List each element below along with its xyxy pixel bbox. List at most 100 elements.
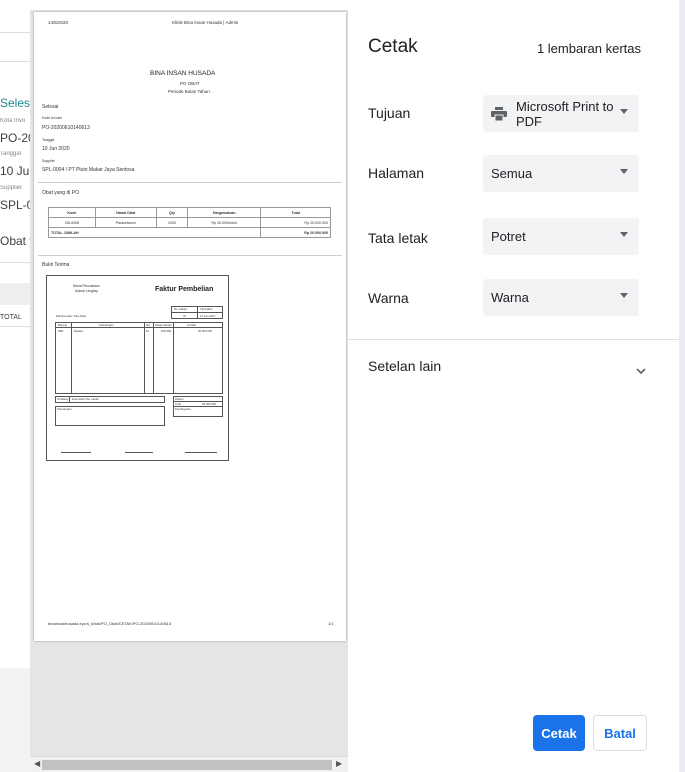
invoice-line [71,322,72,394]
invoice-company: Nama Perusahaan [73,284,100,288]
invoice-notes: Keterangan [57,407,72,411]
print-preview[interactable]: 14/6/2020 Klinik Bina Insan Husada | Adm… [30,10,348,772]
table-row: OB-0008 Paracetamol 1000 Rp 20.000/botol… [48,217,331,228]
footer-url: binainsanhusada.xyz/a_klinik/PO_Obat/CET… [48,621,172,626]
date-value: 10 Jun 2020 [42,146,70,152]
col-header: Nama Obat [94,207,157,218]
supplier-value: SPL-0004 / PT Pluto Makar Jaya Sentosa [42,167,135,173]
company-name: BINA INSAN HUSADA [150,70,216,77]
invoice-number: PO-20200610140613 [42,125,90,131]
printer-icon [491,106,507,121]
invoice-terbilang: Terbilang [57,397,69,401]
invoice-line [153,322,154,394]
invoice-cell: 20.000.000 [198,329,212,333]
invoice-notes-box [55,406,165,426]
invoice-title: Faktur Pembelian [155,286,214,293]
invoice-total-value: 20.000.000 [202,402,216,406]
receipt-heading: Bukti Terima [42,262,70,268]
destination-select[interactable]: Microsoft Print to PDF [483,95,639,132]
background-value: PO-20 [0,131,30,145]
date-label: Tanggal [42,138,55,142]
invoice-date-label: Tgl Faktur [200,307,213,311]
col-header: Total [260,207,331,218]
invoice-col: Qty [146,323,151,327]
pages-value: Semua [491,166,533,181]
divider [38,182,342,183]
more-settings-label: Setelan lain [368,358,442,374]
po-items-table: Kode Nama Obat Qty Harga/satuan Total OB… [47,207,331,238]
chevron-down-icon [636,362,646,380]
page-number: 1/1 [328,621,334,626]
invoice-label: Kode Invoice [42,116,63,120]
invoice-line [173,322,174,394]
print-settings-panel: Cetak 1 lembaran kertas Tujuan Microsoft… [348,10,679,772]
receipt-image: Nama Perusahaan Alamat Lengkap Faktur Pe… [46,275,229,461]
invoice-cell: 10 [146,329,150,333]
scroll-right-icon[interactable]: ▶ [336,759,342,768]
invoice-line [144,322,145,394]
divider [38,255,342,256]
background-rule [0,326,30,327]
preview-page: 14/6/2020 Klinik Bina Insan Husada | Adm… [34,12,346,641]
background-edge [679,0,685,772]
sheet-count: 1 lembaran kertas [536,41,641,56]
more-settings-toggle[interactable]: Setelan lain [348,349,679,385]
invoice-line [55,327,223,328]
layout-label: Tata letak [368,230,428,246]
background-label: Supplier [0,185,23,191]
invoice-col: Jumlah [187,323,197,327]
col-header: Harga/satuan [187,207,262,218]
header-site: Klinik Bina Insan Husada | Admin [172,20,239,25]
cell: Rp 20.000.000 [260,217,331,228]
dialog-title: Cetak [368,36,418,57]
invoice-supplier: Diterima dari: Toko Obat [56,314,87,318]
invoice-line [69,396,70,403]
background-heading: Obat y [0,234,30,248]
doc-type: PO OBAT [180,81,200,86]
background-rule [0,262,30,263]
pages-label: Halaman [368,165,425,181]
invoice-no-value: 79 [183,314,187,318]
background-total: TOTAL [0,314,22,321]
col-header: Qty [155,207,189,218]
color-select[interactable]: Warna [483,279,639,316]
invoice-cell: 100.000 [161,329,172,333]
destination-label: Tujuan [368,105,411,121]
invoice-line [197,306,198,319]
pages-select[interactable]: Semua [483,155,639,192]
total-value: Rp 20.000.000 [260,227,331,238]
dropdown-caret-icon [620,109,628,114]
cell: Rp 20.000/botol [187,217,262,228]
table-header-row: Kode Nama Obat Qty Harga/satuan Total [48,207,331,218]
period: Periode Bulan Tahun [168,89,210,94]
dropdown-caret-icon [620,169,628,174]
invoice-col: Barang [58,323,68,327]
invoice-address: Alamat Lengkap [75,289,99,293]
background-value: SPL-0 [0,198,30,212]
background-label: Tanggal [0,151,22,157]
scroll-left-icon[interactable]: ◀ [34,759,40,768]
signature-line [185,452,217,453]
color-value: Warna [491,290,529,305]
background-table-header [0,283,30,305]
status: Selesai [42,104,59,110]
cancel-button[interactable]: Batal [593,715,647,751]
layout-select[interactable]: Potret [483,218,639,255]
table-total-row: TOTAL JUMLAH Rp 20.000.000 [47,227,331,238]
invoice-total-label: Total [175,402,181,406]
invoice-cell: OB1 [58,329,64,333]
cell: Paracetamol [94,217,157,228]
invoice-no-label: No. Faktur [174,307,188,311]
supplier-label: Supplier [42,159,55,163]
color-label: Warna [368,290,409,306]
background-label: Kota Invo [0,118,26,124]
background-value: 10 Jun [0,164,30,178]
horizontal-scrollbar[interactable]: ◀ ▶ [30,756,348,772]
scrollbar-thumb[interactable] [42,760,332,770]
print-button[interactable]: Cetak [533,715,585,751]
invoice-col: Keterangan [99,323,114,327]
background-rule [0,32,30,33]
header-date: 14/6/2020 [48,20,69,25]
signature-line [61,452,91,453]
invoice-terbilang-value: Dua puluh ribu rupiah [72,397,99,401]
